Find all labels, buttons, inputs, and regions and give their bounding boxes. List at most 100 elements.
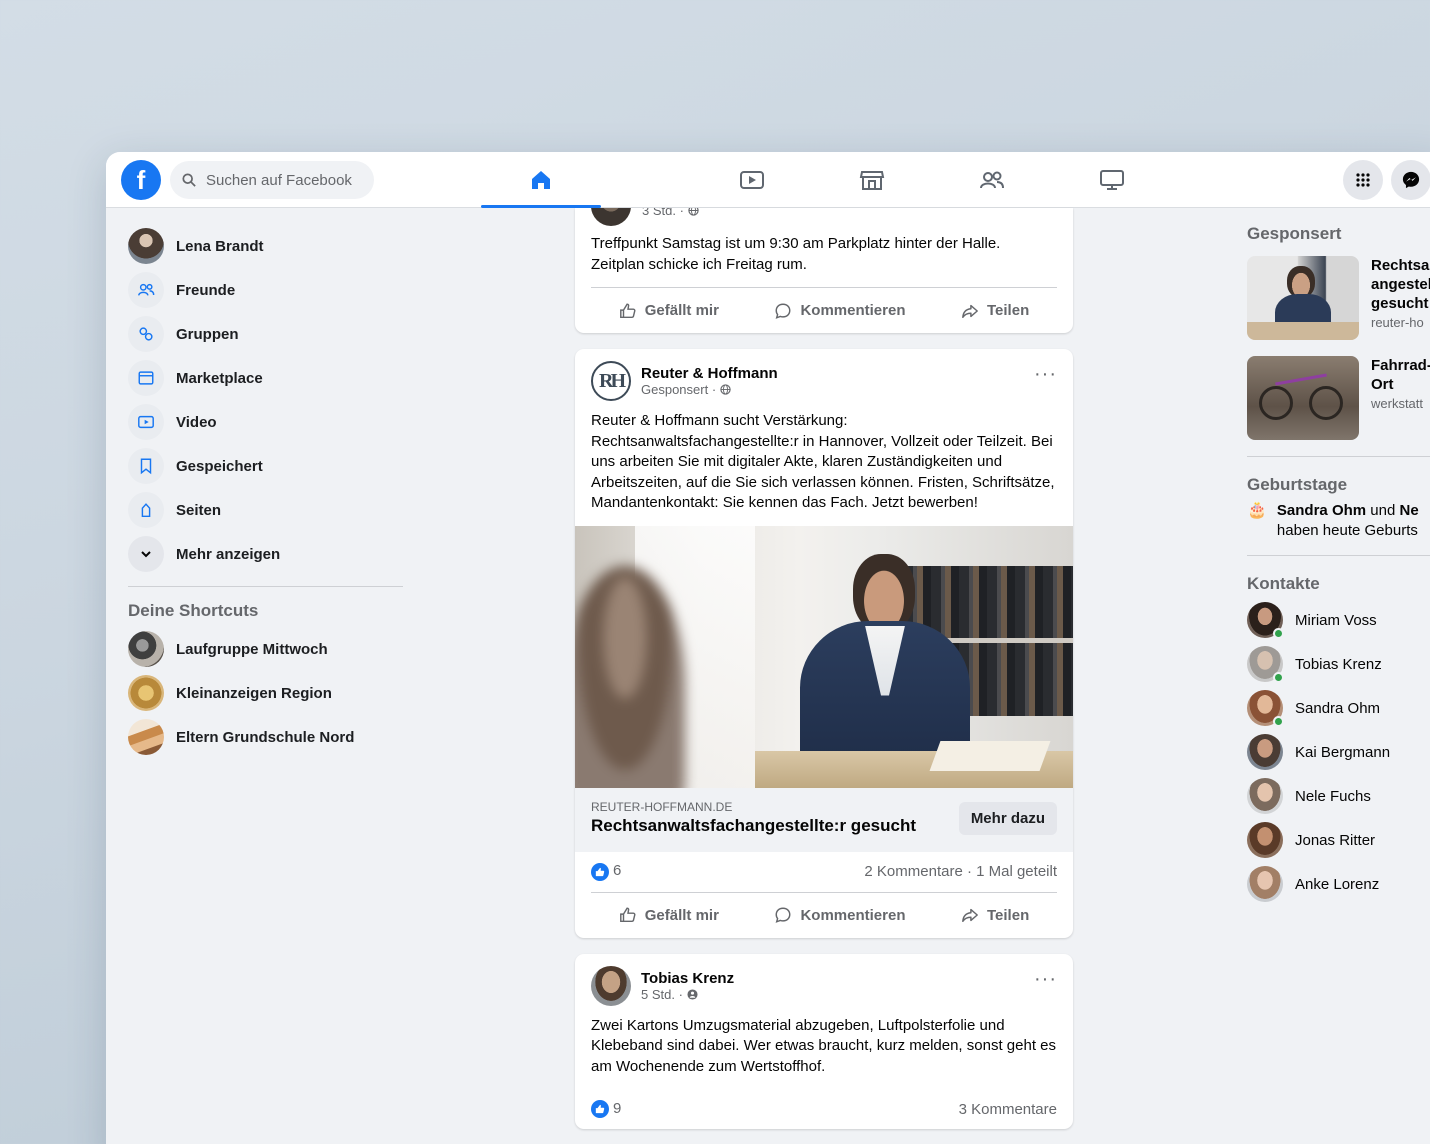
friends-audience-icon [687, 988, 698, 1000]
sidebar-item-saved[interactable]: Gespeichert [128, 444, 403, 488]
advertiser-avatar[interactable]: RH [591, 361, 631, 401]
birthdays-heading: Geburtstage [1247, 475, 1348, 494]
contact-avatar [1247, 646, 1284, 683]
tab-groups[interactable] [937, 156, 1047, 204]
shortcut-avatar [128, 719, 164, 755]
post-stats: 9 3 Kommentare [575, 1089, 1073, 1129]
flag-icon [141, 503, 151, 518]
post-author-avatar[interactable] [591, 965, 631, 1006]
like-button[interactable]: Gefällt mir [619, 906, 719, 924]
comment-icon [775, 907, 791, 923]
like-button[interactable]: Gefällt mir [619, 302, 719, 320]
marketplace-icon [859, 171, 885, 190]
more-options-icon[interactable]: ··· [1034, 968, 1057, 991]
facebook-logo[interactable]: f [121, 160, 161, 200]
grid-menu-icon [1356, 173, 1370, 187]
feed-post: Tobias Krenz 5 Std. · ··· Zwei Kartons U… [575, 953, 1073, 1129]
contact-avatar [1247, 734, 1283, 770]
tab-gaming[interactable] [1057, 156, 1167, 204]
contact-item[interactable]: Kai Bergmann [1247, 730, 1430, 774]
post-actions: Gefällt mir Kommentieren Teilen [591, 891, 1057, 938]
sidebar-item-label: Seiten [176, 501, 222, 519]
contact-avatar [1247, 602, 1284, 639]
sidebar-item-profile[interactable]: Lena Brandt [128, 224, 403, 268]
sidebar-item-more[interactable]: Mehr anzeigen [128, 532, 403, 576]
contacts-heading: Kontakte [1247, 574, 1320, 593]
online-indicator [1273, 716, 1284, 727]
sponsored-item[interactable]: Fahrrad- Ort werkstatt [1247, 356, 1430, 440]
tab-marketplace[interactable] [817, 156, 927, 204]
sponsored-title: Ort [1371, 376, 1394, 393]
shortcut-item[interactable]: Kleinanzeigen Region [128, 671, 403, 715]
more-options-icon[interactable]: ··· [1034, 363, 1057, 386]
left-sidebar: Lena Brandt Freunde Gruppen Marketplace … [128, 224, 403, 759]
share-icon [962, 908, 978, 923]
shortcut-item[interactable]: Laufgruppe Mittwoch [128, 627, 403, 671]
post-meta: Gesponsert · [641, 382, 778, 397]
home-icon [532, 171, 550, 189]
shortcut-avatar [128, 631, 164, 667]
post-meta: 5 Std. · [641, 987, 734, 1002]
ad-image[interactable] [575, 525, 1073, 788]
tab-video[interactable] [697, 156, 807, 204]
post-author-name[interactable]: Tobias Krenz [641, 970, 734, 987]
comment-share-count[interactable]: 2 Kommentare · 1 Mal geteilt [864, 863, 1057, 880]
share-icon [962, 304, 978, 318]
reaction-count[interactable]: 9 [591, 1100, 621, 1119]
sponsored-title: Fahrrad- [1371, 357, 1430, 374]
facebook-window: f Suchen auf Facebook Lena Brandt Freund… [106, 152, 1430, 1144]
advertiser-name[interactable]: Reuter & Hoffmann [641, 365, 778, 382]
learn-more-button[interactable]: Mehr dazu [958, 801, 1057, 835]
sponsored-thumbnail [1247, 256, 1359, 340]
chevron-down-icon [141, 551, 151, 558]
post-text: Zwei Kartons Umzugsmaterial abzugeben, L… [591, 1016, 1056, 1075]
contact-item[interactable]: Tobias Krenz [1247, 642, 1430, 686]
contact-avatar [1247, 778, 1283, 814]
comment-count[interactable]: 3 Kommentare [959, 1101, 1057, 1118]
comment-button[interactable]: Kommentieren [774, 302, 905, 320]
sponsored-title: Rechtsan [1371, 257, 1430, 274]
thumbs-up-icon [619, 303, 636, 318]
online-indicator [1273, 628, 1284, 639]
contact-item[interactable]: Miriam Voss [1247, 598, 1430, 642]
sponsored-title: gesucht [1371, 295, 1429, 312]
sponsored-thumbnail [1247, 356, 1359, 440]
share-button[interactable]: Teilen [961, 302, 1029, 320]
gaming-icon [1100, 170, 1124, 190]
sidebar-item-friends[interactable]: Freunde [128, 268, 403, 312]
shortcut-item[interactable]: Eltern Grundschule Nord [128, 715, 403, 759]
reaction-count[interactable]: 6 [591, 862, 621, 881]
sidebar-divider [1247, 456, 1430, 457]
comment-button[interactable]: Kommentieren [774, 906, 905, 924]
menu-button[interactable] [1343, 160, 1383, 200]
search-bar[interactable]: Suchen auf Facebook [170, 161, 374, 199]
post-author-avatar[interactable] [591, 208, 631, 226]
birthday-notice[interactable]: 🎂 Sandra Ohm und Ne haben heute Geburts [1247, 501, 1430, 541]
sponsored-domain: reuter-ho [1371, 315, 1424, 330]
sponsored-heading: Gesponsert [1247, 224, 1342, 243]
contact-avatar [1247, 866, 1283, 902]
contact-item[interactable]: Sandra Ohm [1247, 686, 1430, 730]
shortcut-label: Eltern Grundschule Nord [176, 728, 355, 746]
contact-item[interactable]: Nele Fuchs [1247, 774, 1430, 818]
thumbs-up-icon [619, 907, 636, 923]
contact-avatar [1247, 690, 1284, 727]
search-icon [182, 173, 196, 187]
sidebar-item-pages[interactable]: Seiten [128, 488, 403, 532]
tab-home[interactable] [481, 156, 601, 208]
post-text: Reuter & Hoffmann sucht Verstärkung: Rec… [591, 412, 1055, 511]
sidebar-item-groups[interactable]: Gruppen [128, 312, 403, 356]
sidebar-item-label: Mehr anzeigen [176, 545, 281, 563]
contact-item[interactable]: Jonas Ritter [1247, 818, 1430, 862]
sponsored-item[interactable]: Rechtsan angestel gesucht reuter-ho [1247, 256, 1430, 340]
sidebar-item-marketplace[interactable]: Marketplace [128, 356, 403, 400]
sidebar-item-label: Lena Brandt [176, 237, 264, 255]
sidebar-item-video[interactable]: Video [128, 400, 403, 444]
online-indicator [1273, 672, 1284, 683]
contact-item[interactable]: Anke Lorenz [1247, 862, 1430, 906]
messenger-button[interactable] [1391, 160, 1430, 200]
ad-link-bar[interactable]: REUTER-HOFFMANN.DE Rechtsanwaltsfachange… [575, 787, 1073, 852]
feed-post: 3 Std. · Treffpunkt Samstag ist um 9:30 … [575, 208, 1073, 333]
share-button[interactable]: Teilen [961, 906, 1029, 924]
groups-icon [980, 171, 1004, 189]
